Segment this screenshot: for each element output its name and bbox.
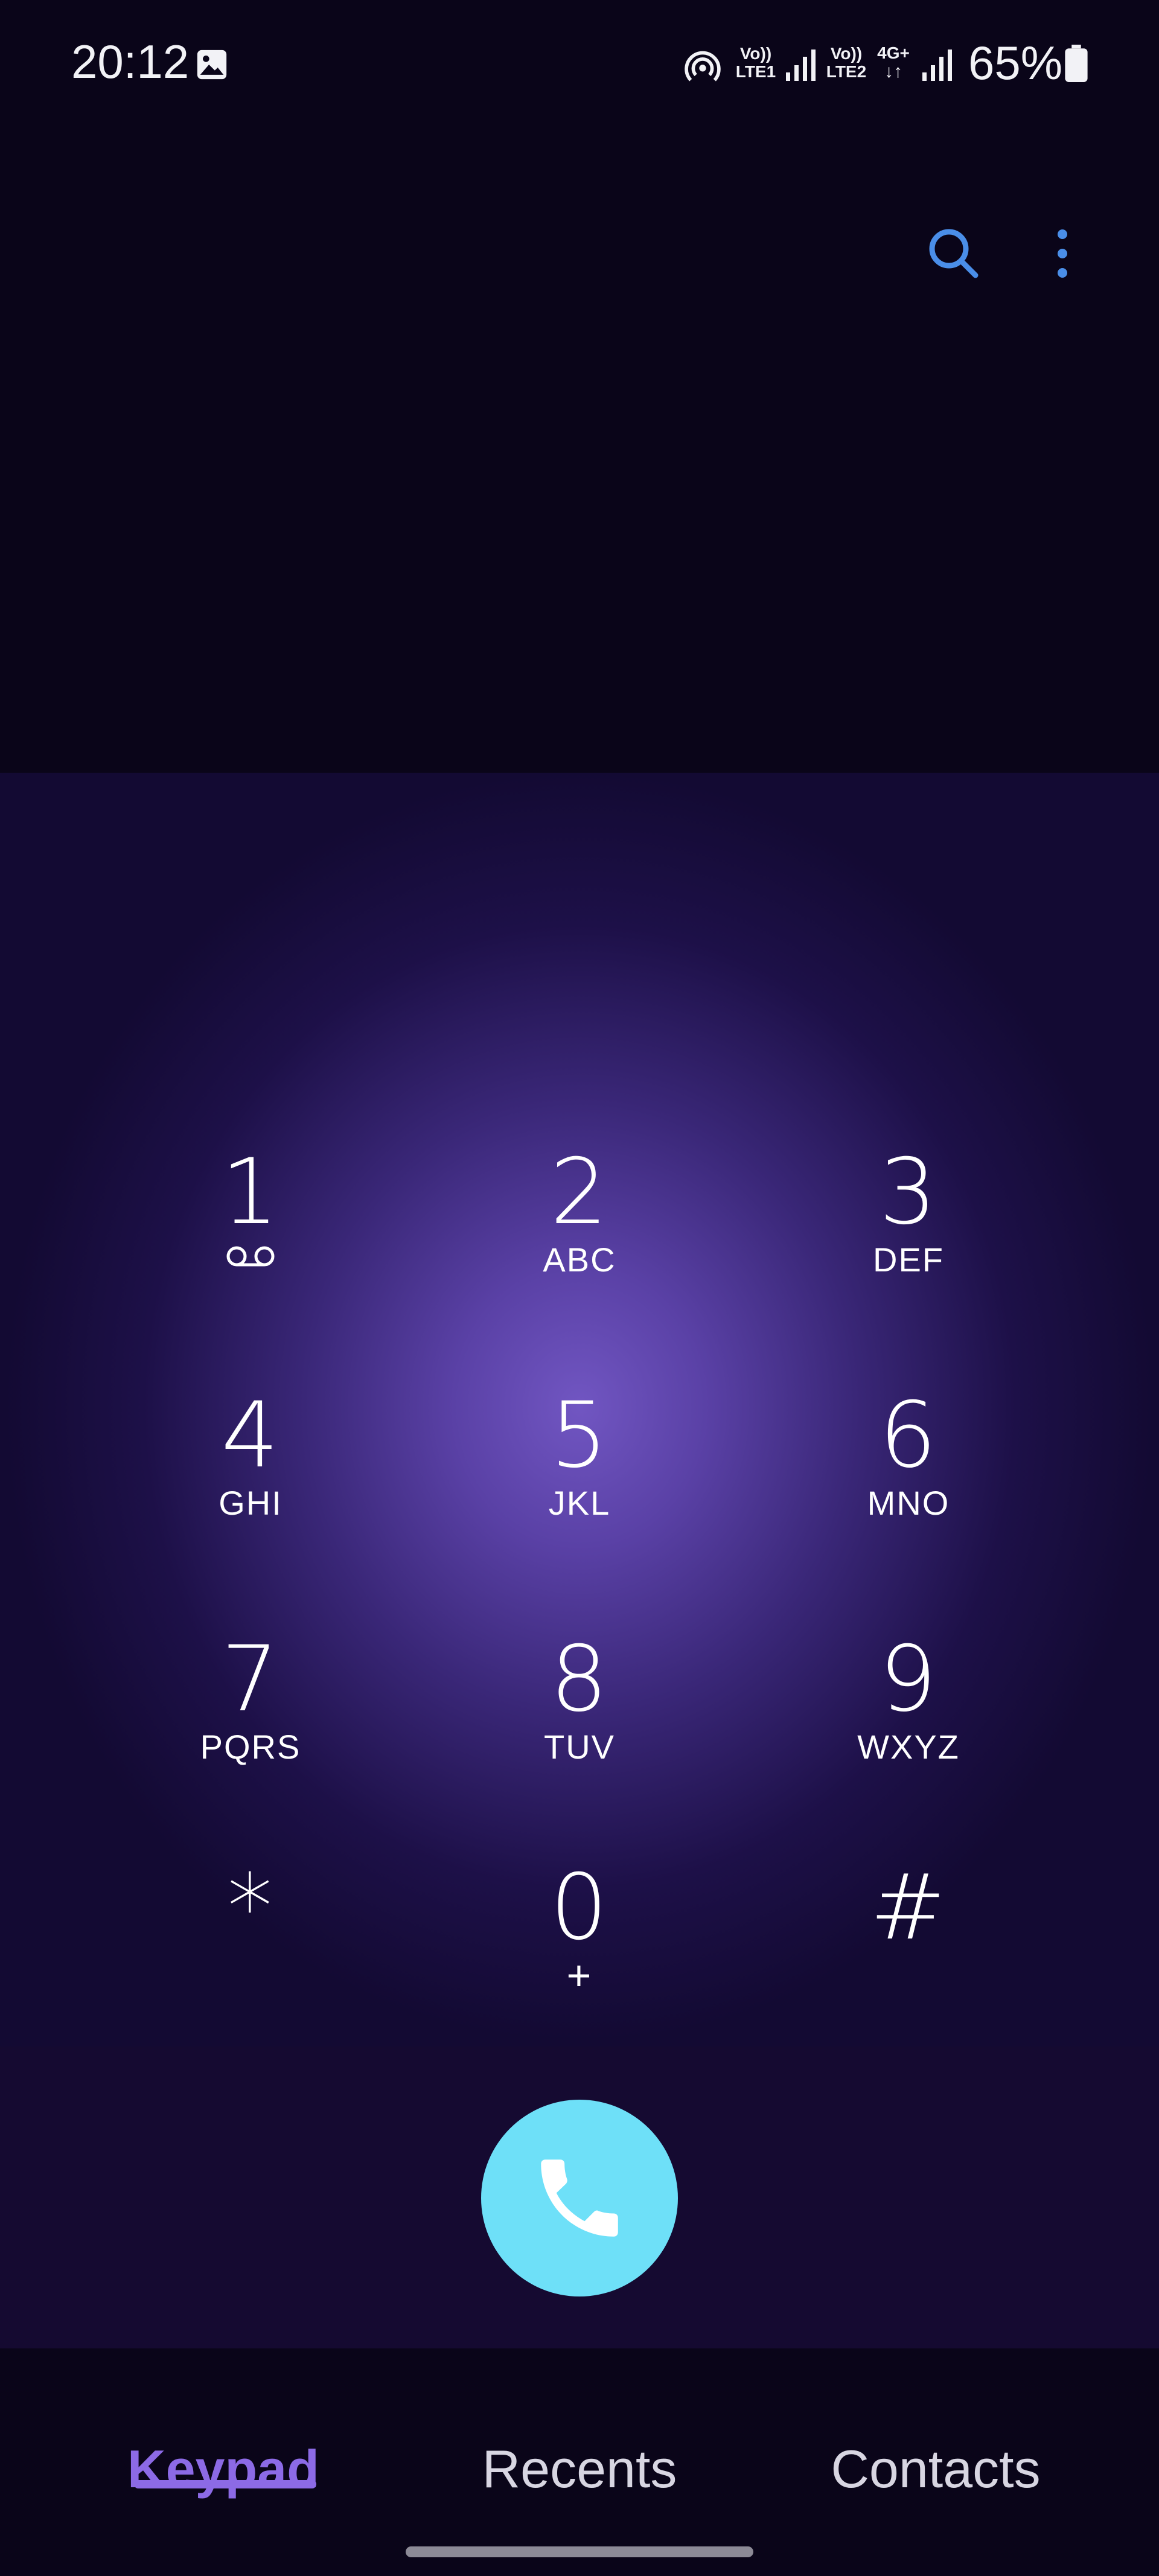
- key-digit: *: [227, 1855, 274, 1960]
- selected-tab-indicator: [134, 2480, 316, 2488]
- status-time: 20:12: [71, 35, 190, 88]
- more-options-button[interactable]: [1026, 217, 1099, 290]
- key-letters: +: [566, 1952, 593, 1999]
- key-letters: DEF: [873, 1241, 944, 1279]
- key-digit: 7: [221, 1627, 280, 1732]
- key-0[interactable]: 0 +: [453, 1859, 706, 2065]
- key-letters: ABC: [543, 1241, 616, 1279]
- signal-icon: [922, 50, 952, 81]
- hotspot-icon: [685, 51, 721, 81]
- key-star[interactable]: *: [124, 1859, 377, 2065]
- key-7[interactable]: 7 PQRS: [124, 1631, 377, 1836]
- key-letters: MNO: [867, 1484, 950, 1522]
- bottom-tab-bar: Keypad Recents Contacts: [0, 2348, 1159, 2576]
- key-2[interactable]: 2 ABC: [453, 1144, 706, 1349]
- key-6[interactable]: 6 MNO: [782, 1387, 1035, 1593]
- volte2-bottom: LTE2: [826, 62, 867, 81]
- battery-percentage: 65%: [968, 36, 1063, 89]
- key-9[interactable]: 9 WXYZ: [782, 1631, 1035, 1836]
- key-8[interactable]: 8 TUV: [453, 1631, 706, 1836]
- key-5[interactable]: 5 JKL: [453, 1387, 706, 1593]
- volte2-top: Vo)): [830, 44, 863, 63]
- volte1-indicator: Vo)) LTE1: [733, 45, 779, 81]
- tab-keypad[interactable]: Keypad: [127, 2439, 320, 2499]
- key-4[interactable]: 4 GHI: [124, 1387, 377, 1593]
- key-digit: 3: [879, 1140, 938, 1245]
- key-digit: 8: [550, 1627, 609, 1732]
- key-letters: JKL: [548, 1484, 611, 1522]
- signal-icon: [786, 50, 816, 81]
- key-hash[interactable]: #: [782, 1859, 1035, 2065]
- key-digit: 2: [550, 1140, 609, 1245]
- key-letters: GHI: [219, 1484, 283, 1522]
- search-icon: [929, 229, 979, 278]
- key-letters: TUV: [544, 1728, 615, 1766]
- tab-recents[interactable]: Recents: [459, 2439, 700, 2499]
- key-3[interactable]: 3 DEF: [782, 1144, 1035, 1349]
- gallery-icon: [197, 50, 227, 80]
- key-letters: WXYZ: [857, 1728, 960, 1766]
- home-indicator[interactable]: [406, 2546, 753, 2557]
- volte1-top: Vo)): [739, 44, 772, 63]
- key-digit: 1: [221, 1140, 280, 1245]
- search-button[interactable]: [918, 217, 990, 290]
- call-button[interactable]: [481, 2100, 678, 2296]
- key-digit: #: [870, 1855, 947, 1960]
- key-digit: 9: [879, 1627, 938, 1732]
- volte2-indicator: Vo)) LTE2: [823, 45, 869, 81]
- key-digit: 5: [550, 1383, 609, 1488]
- more-vert-icon: [1058, 229, 1067, 278]
- key-letters: PQRS: [200, 1728, 301, 1766]
- volte1-bottom: LTE1: [735, 62, 776, 81]
- battery-icon: [1065, 45, 1088, 82]
- key-1[interactable]: 1: [124, 1144, 377, 1349]
- status-bar: 20:12 Vo)) LTE1 Vo)) LTE2 4G+ ↓↑ 65%: [0, 0, 1159, 127]
- phone-icon: [541, 2159, 618, 2237]
- key-digit: 4: [221, 1383, 280, 1488]
- voicemail-icon: [226, 1246, 275, 1267]
- key-digit: 6: [879, 1383, 938, 1488]
- data-arrows-icon: ↓↑: [884, 62, 902, 81]
- network-type-label: 4G+: [877, 43, 910, 62]
- phone-dialer-screen: 20:12 Vo)) LTE1 Vo)) LTE2 4G+ ↓↑ 65% 1 2…: [0, 0, 1159, 2576]
- key-digit: 0: [550, 1855, 609, 1960]
- network-type-indicator: 4G+ ↓↑: [874, 43, 913, 81]
- tab-contacts[interactable]: Contacts: [809, 2439, 1062, 2499]
